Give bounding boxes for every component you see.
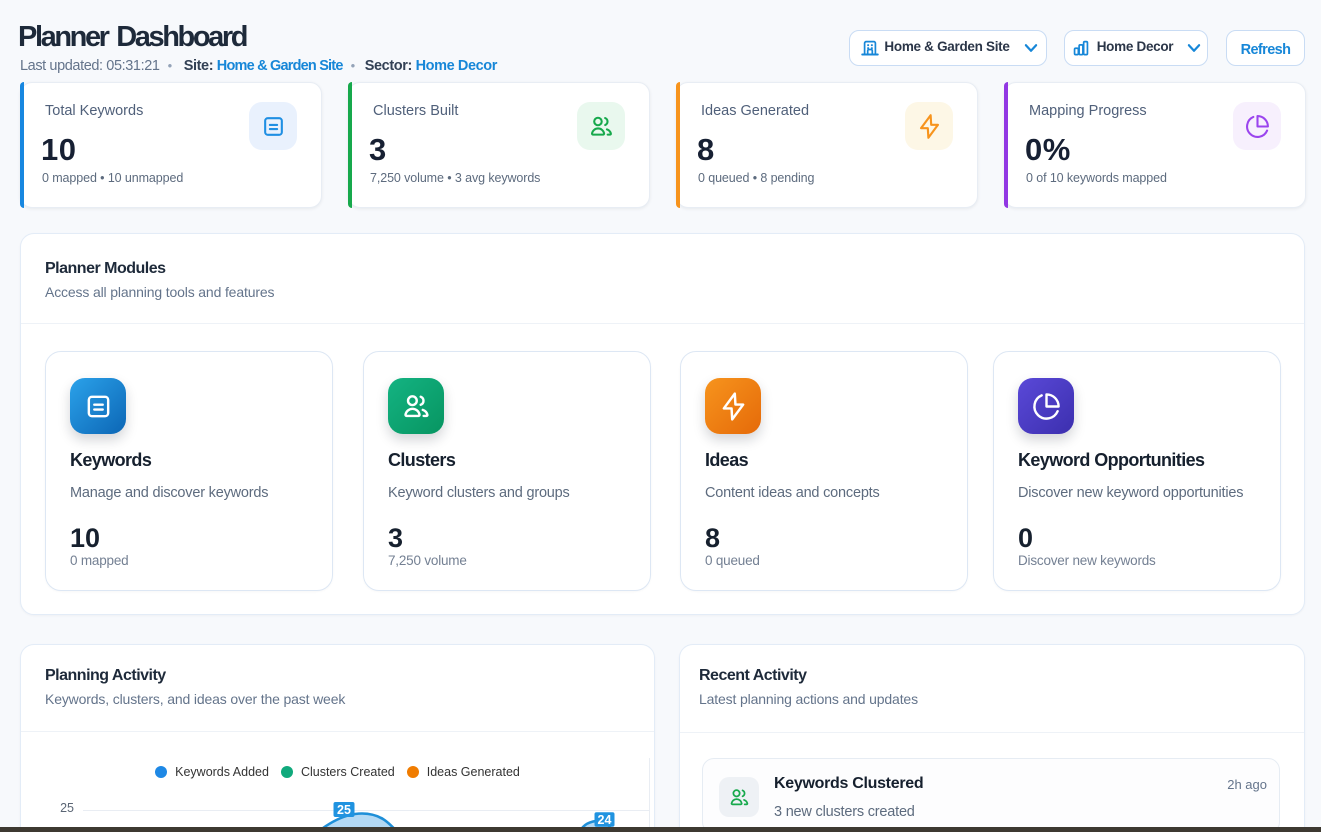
svg-text:25: 25 [60,801,74,815]
svg-text:24: 24 [598,813,612,827]
svg-text:25: 25 [337,803,351,817]
